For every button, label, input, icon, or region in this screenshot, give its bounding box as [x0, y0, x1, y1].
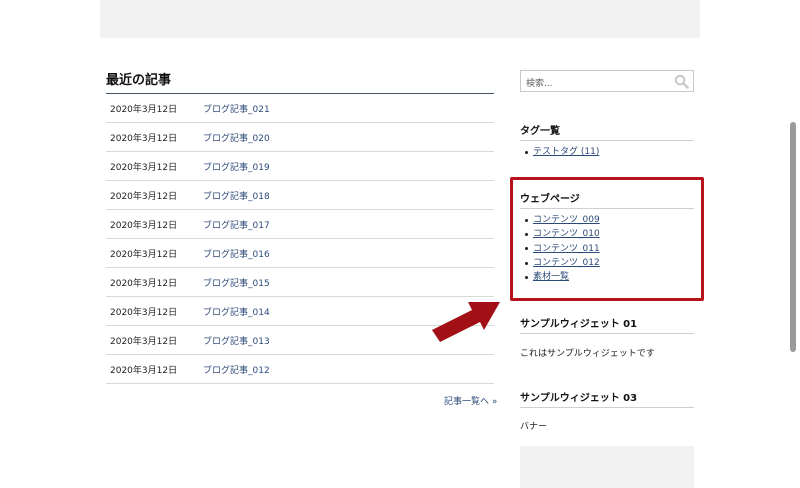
bullet — [525, 150, 528, 154]
bullet — [525, 261, 528, 265]
widget03-text: バナー — [520, 422, 548, 432]
post-row: 2020年3月12日 ブログ記事_020 — [106, 123, 494, 152]
webpages-list: コンテンツ_009 コンテンツ_010 コンテンツ_011 コンテンツ_012 … — [525, 213, 600, 284]
post-row: 2020年3月12日 ブログ記事_017 — [106, 210, 494, 239]
list-item: コンテンツ_010 — [525, 227, 600, 241]
list-item: 素材一覧 — [525, 270, 600, 284]
webpage-link[interactable]: 素材一覧 — [533, 270, 569, 284]
post-link[interactable]: ブログ記事_020 — [203, 131, 270, 144]
tags-widget-title: タグ一覧 — [520, 122, 694, 141]
banner-placeholder — [520, 446, 694, 488]
post-date: 2020年3月12日 — [110, 191, 178, 202]
post-date: 2020年3月12日 — [110, 307, 178, 318]
bullet — [525, 247, 528, 251]
scrollbar[interactable] — [786, 0, 800, 488]
post-link[interactable]: ブログ記事_015 — [203, 276, 270, 289]
widget03-title: サンプルウィジェット 03 — [520, 389, 694, 408]
list-item: コンテンツ_012 — [525, 256, 600, 270]
post-date: 2020年3月12日 — [110, 104, 178, 115]
post-link[interactable]: ブログ記事_013 — [203, 334, 270, 347]
bullet — [525, 275, 528, 279]
widget01-text: これはサンプルウィジェットです — [520, 349, 655, 359]
webpages-widget-title: ウェブページ — [520, 190, 694, 209]
webpage-link[interactable]: コンテンツ_012 — [533, 256, 600, 270]
search-icon[interactable] — [674, 74, 689, 89]
post-date: 2020年3月12日 — [110, 336, 178, 347]
post-date: 2020年3月12日 — [110, 278, 178, 289]
post-link[interactable]: ブログ記事_014 — [203, 305, 270, 318]
arrow-icon — [432, 302, 500, 342]
post-row: 2020年3月12日 ブログ記事_012 — [106, 355, 494, 384]
list-item: コンテンツ_009 — [525, 213, 600, 227]
post-date: 2020年3月12日 — [110, 220, 178, 231]
post-date: 2020年3月12日 — [110, 365, 178, 376]
search-input[interactable] — [521, 74, 671, 94]
webpage-link[interactable]: コンテンツ_009 — [533, 213, 600, 227]
recent-posts-title: 最近の記事 — [106, 72, 494, 94]
all-posts-link[interactable]: 記事一覧へ » — [444, 394, 497, 407]
search-box — [520, 70, 694, 94]
post-link[interactable]: ブログ記事_016 — [203, 247, 270, 260]
post-row: 2020年3月12日 ブログ記事_018 — [106, 181, 494, 210]
scrollbar-thumb[interactable] — [790, 122, 796, 352]
post-date: 2020年3月12日 — [110, 133, 178, 144]
tag-link[interactable]: テストタグ (11) — [533, 145, 599, 159]
post-link[interactable]: ブログ記事_017 — [203, 218, 270, 231]
list-item: テストタグ (11) — [525, 145, 599, 159]
widget01-title: サンプルウィジェット 01 — [520, 315, 694, 334]
post-date: 2020年3月12日 — [110, 249, 178, 260]
webpage-link[interactable]: コンテンツ_010 — [533, 227, 600, 241]
post-row: 2020年3月12日 ブログ記事_021 — [106, 94, 494, 123]
post-link[interactable]: ブログ記事_012 — [203, 363, 270, 376]
bullet — [525, 218, 528, 222]
post-row: 2020年3月12日 ブログ記事_016 — [106, 239, 494, 268]
post-link[interactable]: ブログ記事_021 — [203, 102, 270, 115]
list-item: コンテンツ_011 — [525, 242, 600, 256]
post-link[interactable]: ブログ記事_019 — [203, 160, 270, 173]
post-row: 2020年3月12日 ブログ記事_019 — [106, 152, 494, 181]
post-date: 2020年3月12日 — [110, 162, 178, 173]
bullet — [525, 232, 528, 236]
tags-list: テストタグ (11) — [525, 145, 599, 159]
top-banner — [100, 0, 700, 38]
post-link[interactable]: ブログ記事_018 — [203, 189, 270, 202]
webpage-link[interactable]: コンテンツ_011 — [533, 242, 600, 256]
